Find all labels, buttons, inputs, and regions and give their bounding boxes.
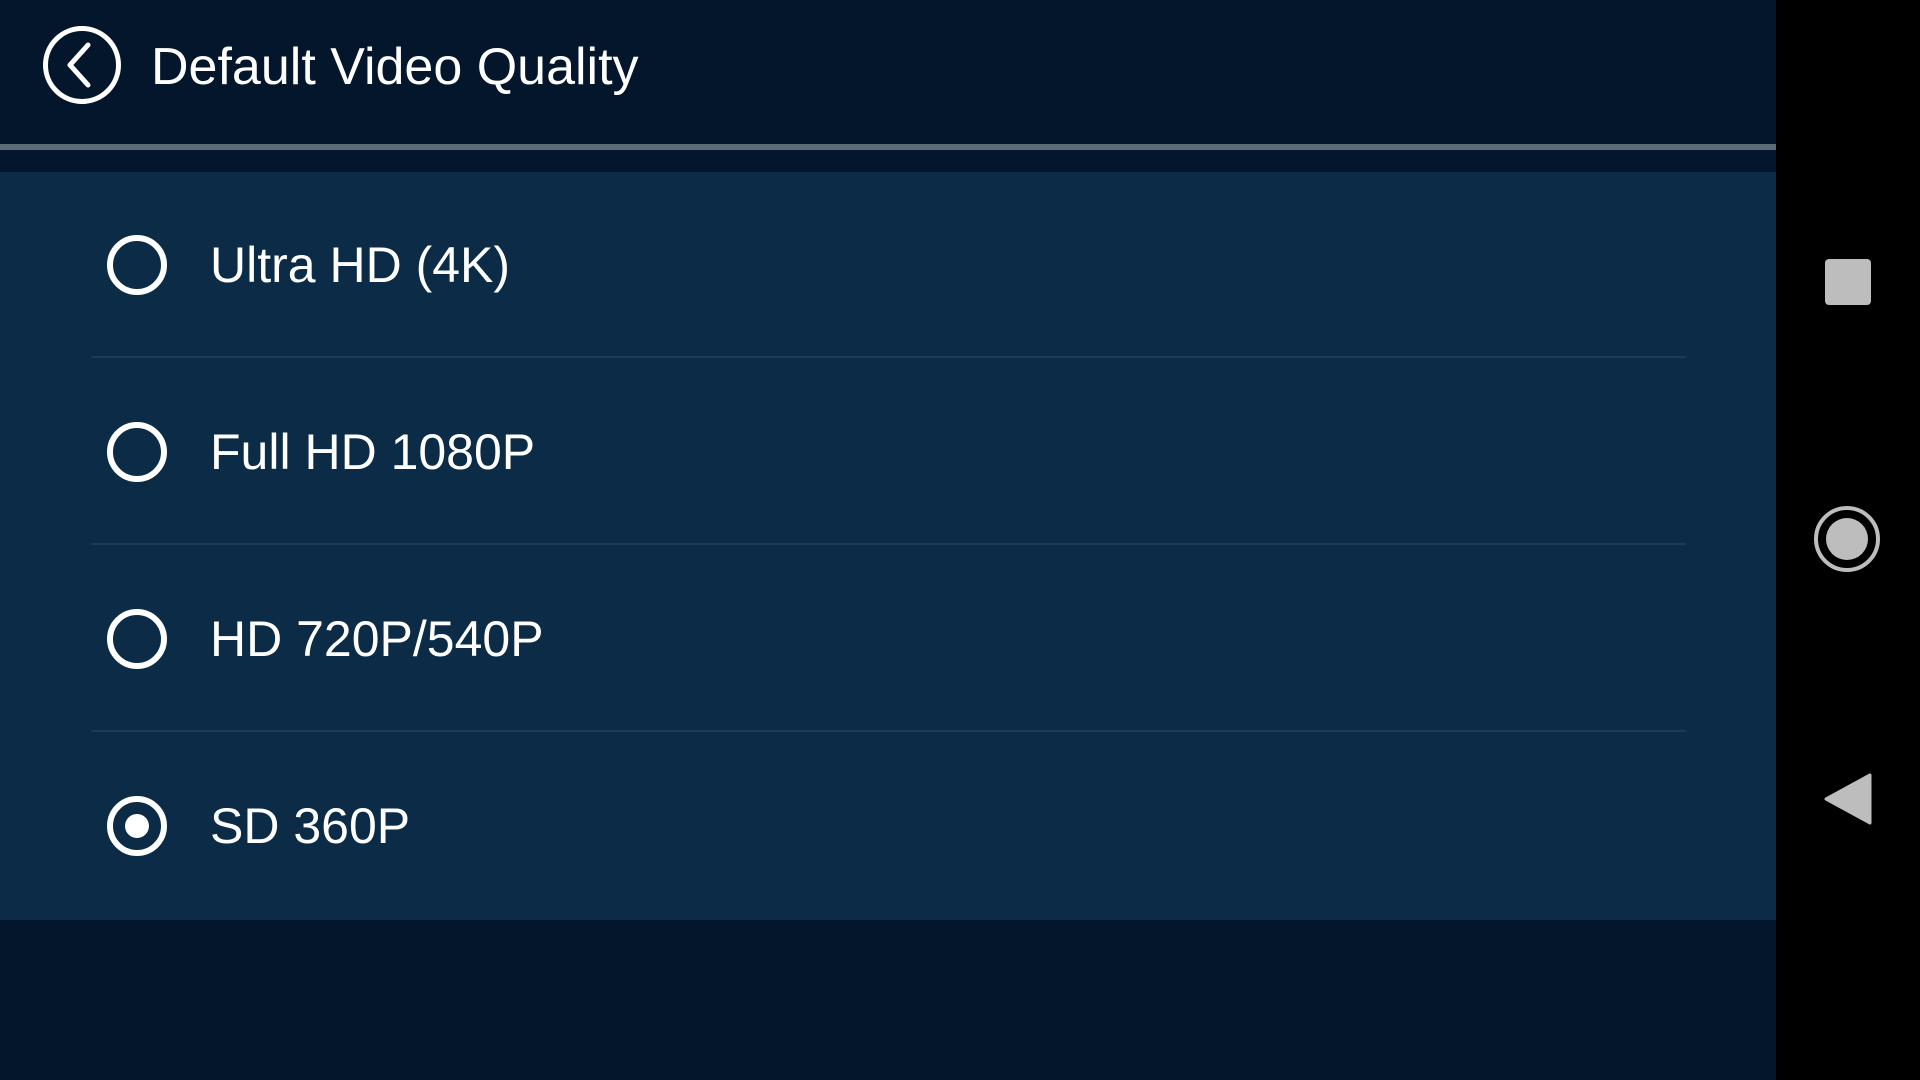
radio-button-selected[interactable] [107, 796, 167, 856]
options-list: Ultra HD (4K) Full HD 1080P HD 720P/540P… [0, 172, 1776, 920]
divider [91, 543, 1686, 545]
back-button[interactable] [43, 26, 121, 104]
option-label: Ultra HD (4K) [210, 237, 511, 293]
recents-square-icon[interactable] [1825, 259, 1871, 305]
divider [91, 356, 1686, 358]
back-triangle-icon[interactable] [1822, 773, 1872, 825]
radio-button[interactable] [107, 235, 167, 295]
page-title: Default Video Quality [151, 38, 639, 96]
radio-selected-dot [125, 814, 149, 838]
divider [91, 730, 1686, 732]
option-ultra-hd[interactable]: Ultra HD (4K) [0, 172, 1776, 358]
header-divider [0, 144, 1776, 150]
screen: Default Video Quality Ultra HD (4K) Full… [0, 0, 1920, 1080]
radio-button[interactable] [107, 609, 167, 669]
option-label: HD 720P/540P [210, 611, 544, 667]
option-full-hd[interactable]: Full HD 1080P [0, 359, 1776, 545]
triangle-left-icon [1824, 773, 1872, 825]
option-label: SD 360P [210, 798, 411, 854]
chevron-left-icon [67, 42, 91, 88]
home-circle-icon[interactable] [1814, 506, 1880, 572]
option-hd[interactable]: HD 720P/540P [0, 546, 1776, 732]
system-nav-bar [1776, 0, 1920, 1080]
header: Default Video Quality [0, 0, 1776, 145]
radio-button[interactable] [107, 422, 167, 482]
home-inner-circle [1826, 518, 1868, 560]
option-label: Full HD 1080P [210, 424, 536, 480]
app-area: Default Video Quality Ultra HD (4K) Full… [0, 0, 1776, 1080]
option-sd[interactable]: SD 360P [0, 733, 1776, 919]
